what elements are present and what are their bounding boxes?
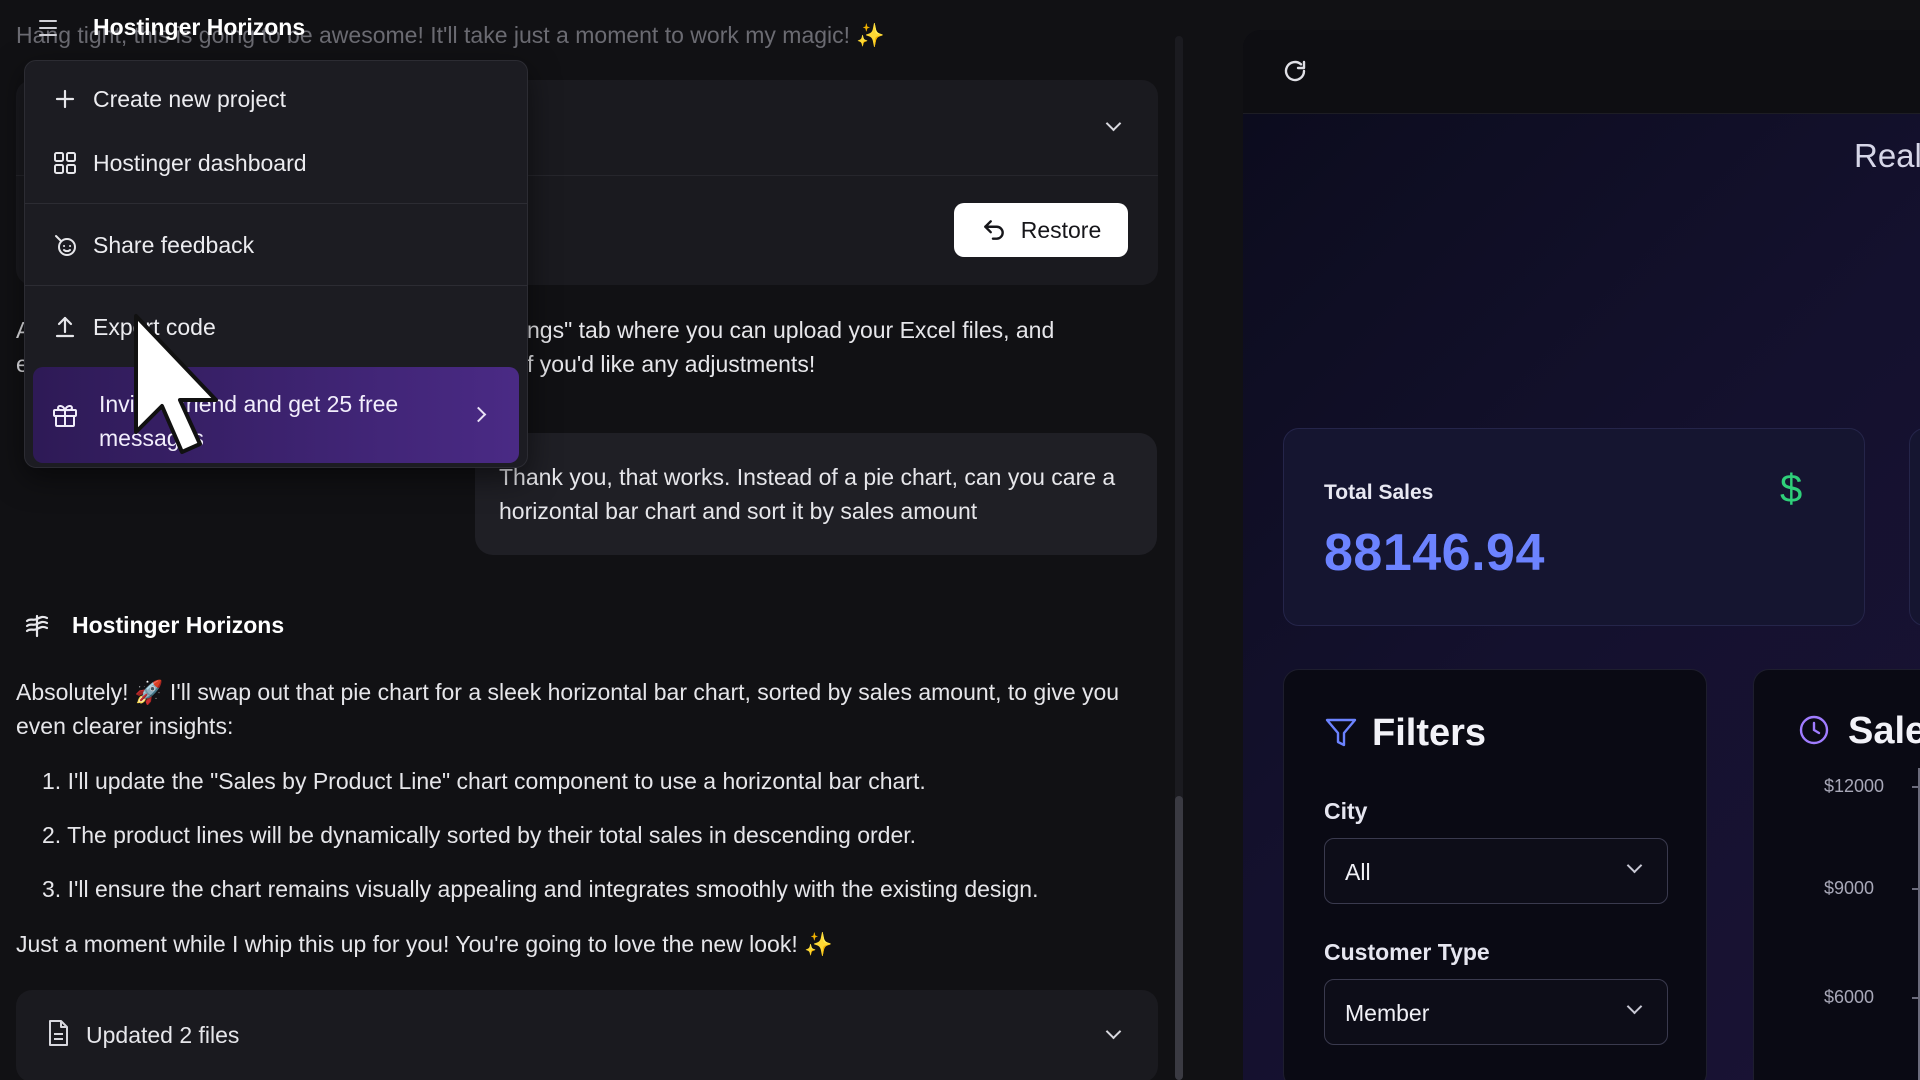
- restore-label: Restore: [1020, 216, 1102, 243]
- city-label: City: [1324, 798, 1368, 824]
- chevron-down-icon[interactable]: [1105, 1023, 1122, 1040]
- hamburger-line: [39, 20, 57, 22]
- total-sales-label: Total Sales: [1324, 481, 1434, 504]
- chat-scrollbar[interactable]: [1175, 36, 1183, 1080]
- sales-chart-title: Sales: [1848, 710, 1920, 752]
- chevron-down-icon: [1626, 998, 1643, 1015]
- clock-icon: [1799, 715, 1829, 745]
- assistant-header: Hostinger Horizons: [24, 612, 284, 639]
- customer-type-select-value: Member: [1345, 1000, 1430, 1026]
- partial-text-line1: ngs" tab where you can upload your Excel…: [527, 317, 1055, 343]
- main-menu-dropdown: Create new project Hostinger dashboard S…: [24, 60, 528, 468]
- y-tick-label: $12000: [1824, 776, 1885, 796]
- refresh-icon[interactable]: [1281, 58, 1309, 86]
- file-icon: [49, 1020, 68, 1046]
- updated-files-label: Updated 2 files: [86, 1022, 240, 1048]
- chevron-right-icon: [470, 406, 487, 423]
- filters-card: Filters City All Customer Type Member: [1283, 669, 1707, 1080]
- filter-icon: [1325, 718, 1357, 747]
- gift-icon: [53, 404, 77, 427]
- chat-panel: Hang tight, this is going to be awesome!…: [0, 0, 1185, 1080]
- hamburger-line: [39, 34, 57, 36]
- invite-friend-banner[interactable]: Invite a friend and get 25 free messages: [33, 367, 519, 463]
- city-select-value: All: [1345, 859, 1371, 885]
- sales-chart-card: Sales $12000 $9000 $6000: [1753, 669, 1920, 1080]
- horizons-logo-icon: [25, 614, 49, 637]
- menu-item-export-code[interactable]: Export code: [25, 297, 527, 357]
- preview-toolbar: [1243, 30, 1920, 114]
- stat-card-partial: [1909, 428, 1920, 626]
- reply-intro: Absolutely! 🚀 I'll swap out that pie cha…: [16, 679, 1120, 739]
- dollar-icon: $: [1780, 467, 1803, 511]
- menu-item-share-feedback[interactable]: Share feedback: [25, 215, 527, 275]
- partial-text-line2: f you'd like any adjustments!: [527, 351, 816, 377]
- user-message: Thank you, that works. Instead of a pie …: [475, 433, 1157, 555]
- dashboard-preview: Real- Total Sales 88146.94 $ Filters Cit…: [1243, 114, 1920, 1080]
- app-title: Hostinger Horizons: [93, 14, 306, 40]
- updated-files-card[interactable]: Updated 2 files: [16, 990, 1158, 1080]
- menu-button[interactable]: [24, 8, 72, 48]
- filters-title: Filters: [1372, 712, 1487, 754]
- menu-item-hostinger-dashboard[interactable]: Hostinger dashboard: [25, 133, 527, 193]
- reply-list-item: 3. I'll ensure the chart remains visuall…: [42, 876, 1039, 902]
- assistant-name: Hostinger Horizons: [72, 612, 285, 638]
- city-select[interactable]: All: [1324, 838, 1668, 904]
- y-tick-label: $9000: [1824, 878, 1875, 898]
- hamburger-line: [39, 27, 57, 29]
- menu-item-label: Create new project: [93, 85, 287, 112]
- menu-divider: [25, 285, 527, 286]
- app-preview-panel: Real- Total Sales 88146.94 $ Filters Cit…: [1243, 30, 1920, 1080]
- mouse-cursor-icon: [134, 314, 218, 454]
- reply-list-item: 2. The product lines will be dynamically…: [42, 822, 917, 848]
- upload-icon: [55, 316, 75, 338]
- chevron-down-icon: [1626, 857, 1643, 874]
- menu-item-label: Share feedback: [93, 231, 255, 258]
- reply-outro: Just a moment while I whip this up for y…: [16, 931, 833, 957]
- undo-icon: [983, 220, 1004, 240]
- menu-item-label: Hostinger dashboard: [93, 149, 307, 176]
- total-sales-value: 88146.94: [1324, 524, 1545, 582]
- dashboard-grid-icon: [54, 152, 76, 174]
- customer-type-label: Customer Type: [1324, 939, 1490, 965]
- menu-item-create-project[interactable]: Create new project: [25, 69, 527, 129]
- chevron-down-icon[interactable]: [1105, 115, 1122, 132]
- total-sales-card: Total Sales 88146.94 $: [1283, 428, 1865, 626]
- scrollbar-thumb[interactable]: [1175, 796, 1183, 1080]
- reply-list-item: 1. I'll update the "Sales by Product Lin…: [42, 768, 926, 794]
- feedback-icon: [55, 235, 76, 256]
- plus-icon: [55, 89, 75, 109]
- customer-type-select[interactable]: Member: [1324, 979, 1668, 1045]
- menu-divider: [25, 203, 527, 204]
- restore-button[interactable]: Restore: [954, 203, 1128, 257]
- dashboard-title: Real-: [1854, 137, 1920, 174]
- y-tick-label: $6000: [1824, 987, 1875, 1007]
